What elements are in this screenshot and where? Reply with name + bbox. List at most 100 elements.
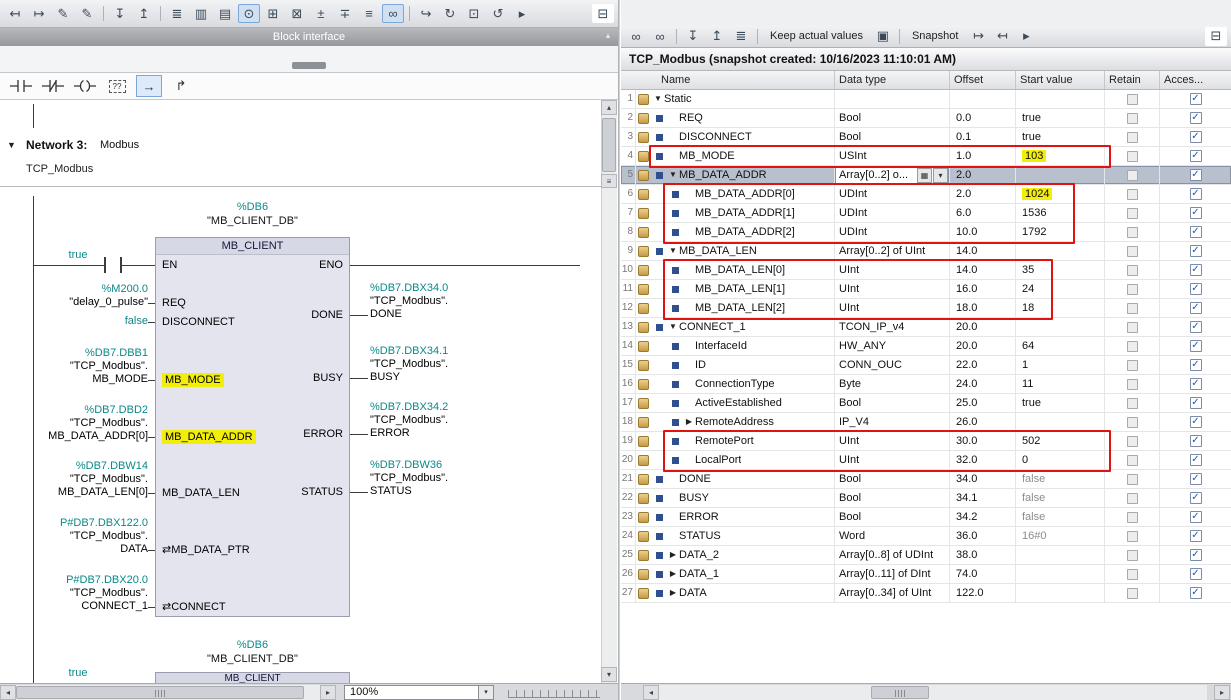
data-type-cell[interactable]: USInt <box>835 147 950 165</box>
access-checkbox[interactable]: ✓ <box>1190 568 1202 580</box>
table-view-icon[interactable]: ▤ <box>214 4 236 23</box>
contact-icon[interactable] <box>104 257 106 273</box>
access-cell[interactable]: ✓ <box>1160 261 1231 279</box>
operand-STATUS[interactable]: %DB7.DBW36"TCP_Modbus".STATUS <box>370 459 448 498</box>
data-type-cell[interactable]: CONN_OUC <box>835 356 950 374</box>
h-scroll-track[interactable] <box>659 685 1207 700</box>
access-cell[interactable]: ✓ <box>1160 109 1231 127</box>
block-interface-bar[interactable]: Block interface ▴ <box>0 28 618 46</box>
pin-MB_DATA_ADDR[interactable]: MB_DATA_ADDR <box>162 430 256 444</box>
zoom-slider[interactable] <box>508 690 600 698</box>
operand-ERROR[interactable]: %DB7.DBX34.2"TCP_Modbus".ERROR <box>370 401 448 440</box>
collapse-interface-icon[interactable]: ▴ <box>606 31 610 40</box>
data-type-cell[interactable]: Array[0..8] of UDInt <box>835 546 950 564</box>
pin-CONNECT[interactable]: ⇄CONNECT <box>162 600 226 614</box>
pin-DISCONNECT[interactable]: DISCONNECT <box>162 315 235 329</box>
copy-all-snapshot-icon[interactable]: ↤ <box>991 27 1013 46</box>
db-row-Static[interactable]: 1▼Static✓ <box>621 90 1231 109</box>
db-row-ConnectionType[interactable]: 16ConnectionTypeByte24.011✓ <box>621 375 1231 394</box>
start-value-cell[interactable]: 24 <box>1016 280 1105 298</box>
instance-db-address[interactable]: %DB6 <box>155 201 350 214</box>
start-value-cell[interactable] <box>1016 166 1105 184</box>
start-value-cell[interactable]: 0 <box>1016 451 1105 469</box>
name-cell[interactable]: ▶RemoteAddress <box>636 413 835 431</box>
normally-open-contact-icon[interactable] <box>8 75 34 97</box>
network-comment[interactable]: TCP_Modbus <box>26 163 93 175</box>
access-checkbox[interactable]: ✓ <box>1190 188 1202 200</box>
data-type-cell[interactable]: Bool <box>835 109 950 127</box>
name-cell[interactable]: ▶DATA_1 <box>636 565 835 583</box>
snapshot-button[interactable]: Snapshot <box>905 29 965 43</box>
data-type-cell[interactable]: Byte <box>835 375 950 393</box>
access-cell[interactable]: ✓ <box>1160 356 1231 374</box>
access-cell[interactable]: ✓ <box>1160 470 1231 488</box>
start-value-cell[interactable]: 1 <box>1016 356 1105 374</box>
access-checkbox[interactable]: ✓ <box>1190 416 1202 428</box>
access-cell[interactable]: ✓ <box>1160 299 1231 317</box>
col-data-type[interactable]: Data type <box>835 71 950 89</box>
name-cell[interactable]: MB_DATA_ADDR[1] <box>636 204 835 222</box>
h-scroll-thumb[interactable] <box>16 686 304 699</box>
start-value-cell[interactable]: true <box>1016 109 1105 127</box>
access-cell[interactable]: ✓ <box>1160 451 1231 469</box>
data-type-cell[interactable]: Array[0..34] of UInt <box>835 584 950 602</box>
rename-tag-icon[interactable]: ✎ <box>52 4 74 23</box>
comments-toggle-icon[interactable]: ⊙ <box>238 4 260 23</box>
data-type-cell[interactable]: Bool <box>835 128 950 146</box>
access-cell[interactable]: ✓ <box>1160 242 1231 260</box>
db-row-MB_DATA_LEN[0][interactable]: 10MB_DATA_LEN[0]UInt14.035✓ <box>621 261 1231 280</box>
db-row-MB_DATA_LEN[2][interactable]: 12MB_DATA_LEN[2]UInt18.018✓ <box>621 299 1231 318</box>
network-label[interactable]: Network 3: <box>26 138 87 152</box>
access-cell[interactable]: ✓ <box>1160 394 1231 412</box>
caret-down-icon[interactable]: ▼ <box>667 166 679 184</box>
network-title[interactable]: Modbus <box>100 139 139 151</box>
split-view-button[interactable]: ≡ <box>601 174 617 188</box>
start-value-cell[interactable]: 64 <box>1016 337 1105 355</box>
overflow-icon[interactable]: ▸ <box>511 4 533 23</box>
scroll-left-button[interactable]: ◂ <box>0 685 16 700</box>
access-checkbox[interactable]: ✓ <box>1190 378 1202 390</box>
data-type-cell[interactable]: Bool <box>835 508 950 526</box>
col-name[interactable]: Name <box>621 71 835 89</box>
start-value-cell[interactable]: 16#0 <box>1016 527 1105 545</box>
start-value-cell[interactable] <box>1016 413 1105 431</box>
db-row-DATA_2[interactable]: 25▶DATA_2Array[0..8] of UDInt38.0✓ <box>621 546 1231 565</box>
db-row-BUSY[interactable]: 22BUSYBool34.1false✓ <box>621 489 1231 508</box>
access-cell[interactable]: ✓ <box>1160 280 1231 298</box>
access-checkbox[interactable]: ✓ <box>1190 207 1202 219</box>
start-value-cell[interactable]: 1536 <box>1016 204 1105 222</box>
db-row-ERROR[interactable]: 23ERRORBool34.2false✓ <box>621 508 1231 527</box>
align-icon[interactable]: ≣ <box>166 4 188 23</box>
expand-members-icon[interactable]: ≣ <box>730 27 752 46</box>
caret-right-icon[interactable]: ▶ <box>667 546 679 564</box>
type-picker-icon[interactable]: ▦ <box>917 168 932 183</box>
zoom-dropdown-icon[interactable]: ▾ <box>478 686 493 699</box>
pin-MB_DATA_LEN[interactable]: MB_DATA_LEN <box>162 486 240 500</box>
access-checkbox[interactable]: ✓ <box>1190 454 1202 466</box>
data-type-cell[interactable]: Array[0..11] of DInt <box>835 565 950 583</box>
name-cell[interactable]: ▼MB_DATA_ADDR <box>636 166 835 184</box>
name-cell[interactable]: MB_DATA_ADDR[2] <box>636 223 835 241</box>
access-checkbox[interactable]: ✓ <box>1190 397 1202 409</box>
operand-DISCONNECT[interactable]: false <box>125 315 148 328</box>
col-accessible[interactable]: Acces... <box>1160 71 1231 89</box>
data-type-cell[interactable]: Bool <box>835 470 950 488</box>
name-cell[interactable]: ▼CONNECT_1 <box>636 318 835 336</box>
expand-networks-icon[interactable]: ± <box>310 4 332 23</box>
db-row-MB_DATA_LEN[1][interactable]: 11MB_DATA_LEN[1]UInt16.024✓ <box>621 280 1231 299</box>
db-row-LocalPort[interactable]: 20LocalPortUInt32.00✓ <box>621 451 1231 470</box>
copy-snapshot-icon[interactable]: ↦ <box>967 27 989 46</box>
access-checkbox[interactable]: ✓ <box>1190 587 1202 599</box>
db-row-MB_MODE[interactable]: 4MB_MODEUSInt1.0103✓ <box>621 147 1231 166</box>
update-block-icon[interactable]: ↺ <box>487 4 509 23</box>
name-cell[interactable]: LocalPort <box>636 451 835 469</box>
data-type-cell[interactable]: Array[0..2] of UInt <box>835 242 950 260</box>
access-checkbox[interactable]: ✓ <box>1190 264 1202 276</box>
col-start-value[interactable]: Start value <box>1016 71 1105 89</box>
data-type-cell[interactable]: UInt <box>835 451 950 469</box>
pin-ERROR[interactable]: ERROR <box>303 427 343 441</box>
data-type-cell[interactable]: Bool <box>835 394 950 412</box>
caret-down-icon[interactable]: ▼ <box>667 242 679 260</box>
data-type-cell[interactable]: UInt <box>835 299 950 317</box>
access-checkbox[interactable]: ✓ <box>1190 340 1202 352</box>
